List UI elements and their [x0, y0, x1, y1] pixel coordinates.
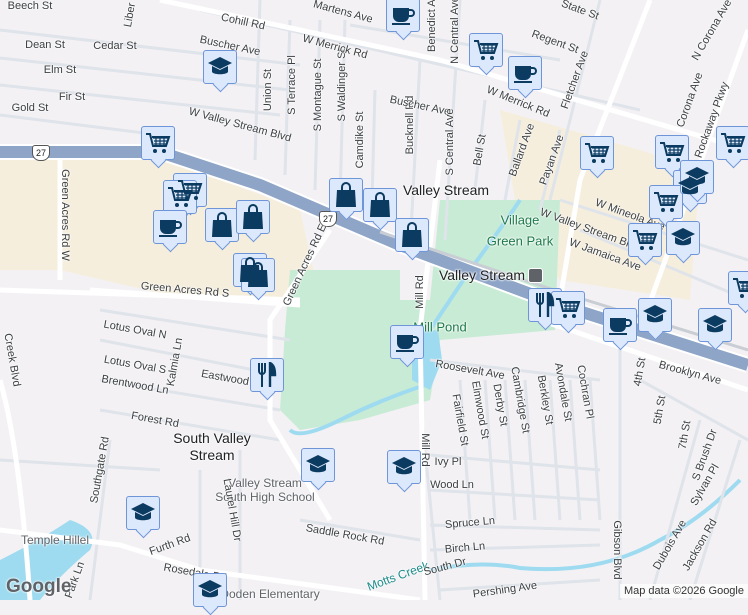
bag-icon [247, 262, 269, 288]
school-icon [642, 304, 668, 326]
school-marker[interactable] [301, 448, 335, 482]
cart-icon [732, 276, 748, 300]
school-marker[interactable] [638, 298, 672, 332]
school-marker[interactable] [193, 573, 227, 607]
school-marker[interactable] [698, 308, 732, 342]
school-icon [197, 579, 223, 601]
google-logo: Google [6, 576, 72, 597]
cart-marker[interactable] [628, 223, 662, 257]
cart-icon [473, 38, 499, 62]
coffee-icon [395, 332, 419, 352]
bag-icon [369, 192, 391, 218]
bag-icon [335, 182, 357, 208]
restaurant-marker[interactable] [250, 358, 284, 392]
train-station-icon[interactable] [528, 268, 543, 283]
bag-icon [242, 204, 264, 230]
coffee-icon [513, 63, 537, 83]
bag-marker[interactable] [395, 218, 429, 252]
map-attribution[interactable]: Map data ©2026 Google [619, 584, 748, 598]
cart-icon [584, 141, 610, 165]
cart-marker[interactable] [649, 185, 683, 219]
coffee-marker[interactable] [390, 325, 424, 359]
coffee-marker[interactable] [603, 308, 637, 342]
bag-marker[interactable] [241, 258, 275, 292]
school-marker[interactable] [126, 496, 160, 530]
school-icon [305, 454, 331, 476]
cart-marker[interactable] [580, 136, 614, 170]
cart-marker[interactable] [655, 135, 689, 169]
bag-icon [211, 212, 233, 238]
coffee-icon [608, 315, 632, 335]
cart-icon [720, 131, 746, 155]
cart-icon [167, 185, 193, 209]
coffee-marker[interactable] [508, 56, 542, 90]
school-marker[interactable] [666, 221, 700, 255]
bag-marker[interactable] [363, 188, 397, 222]
cart-icon [555, 296, 581, 320]
coffee-icon [158, 217, 182, 237]
bag-icon [401, 222, 423, 248]
school-icon [702, 314, 728, 336]
school-icon [684, 166, 710, 188]
school-icon [391, 456, 417, 478]
school-marker[interactable] [387, 450, 421, 484]
cart-icon [145, 131, 171, 155]
bag-marker[interactable] [205, 208, 239, 242]
coffee-icon [391, 5, 415, 25]
cart-marker[interactable] [728, 271, 748, 305]
cart-marker[interactable] [163, 180, 197, 214]
coffee-marker[interactable] [386, 0, 420, 32]
cart-marker[interactable] [716, 126, 748, 160]
route-27-shield: 27 [32, 145, 50, 161]
coffee-marker[interactable] [153, 210, 187, 244]
school-icon [670, 227, 696, 249]
school-marker[interactable] [203, 50, 237, 84]
school-icon [207, 56, 233, 78]
cart-icon [659, 140, 685, 164]
restaurant-icon [534, 292, 556, 318]
cart-icon [653, 190, 679, 214]
cart-marker[interactable] [469, 33, 503, 67]
school-icon [130, 502, 156, 524]
map-canvas[interactable] [0, 0, 748, 600]
route-27-shield: 27 [319, 211, 337, 227]
bag-marker[interactable] [329, 178, 363, 212]
cart-icon [632, 228, 658, 252]
bag-marker[interactable] [236, 200, 270, 234]
restaurant-icon [256, 362, 278, 388]
cart-marker[interactable] [141, 126, 175, 160]
cart-marker[interactable] [551, 291, 585, 325]
